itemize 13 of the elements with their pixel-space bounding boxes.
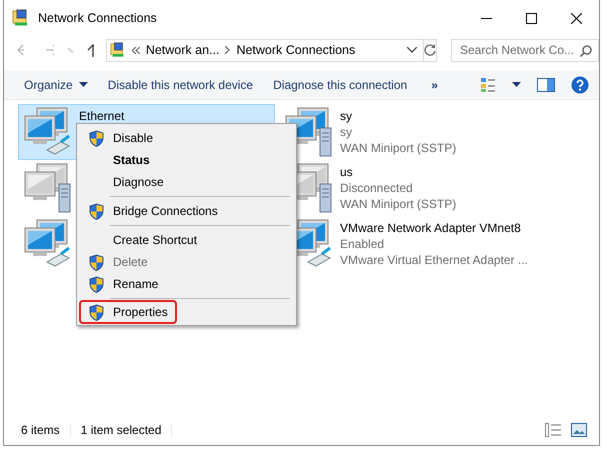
connection-name: us	[340, 164, 354, 180]
window-title: Network Connections	[38, 11, 158, 25]
device-name: VMware Virtual Ethernet Adapter ...	[340, 252, 528, 268]
connection-name: sy	[340, 108, 353, 124]
selection-count: 1 item selected	[80, 423, 172, 437]
item-count: 6 items	[21, 423, 71, 437]
connection-name: VMware Network Adapter VMnet8	[340, 220, 522, 236]
connection-name: Ethernet	[79, 108, 124, 124]
connection-status: Enabled	[340, 236, 386, 252]
device-name: WAN Miniport (SSTP)	[340, 140, 456, 156]
connection-status: sy	[340, 124, 353, 140]
device-name: WAN Miniport (SSTP)	[340, 196, 456, 212]
connection-status: Disconnected	[340, 180, 414, 196]
